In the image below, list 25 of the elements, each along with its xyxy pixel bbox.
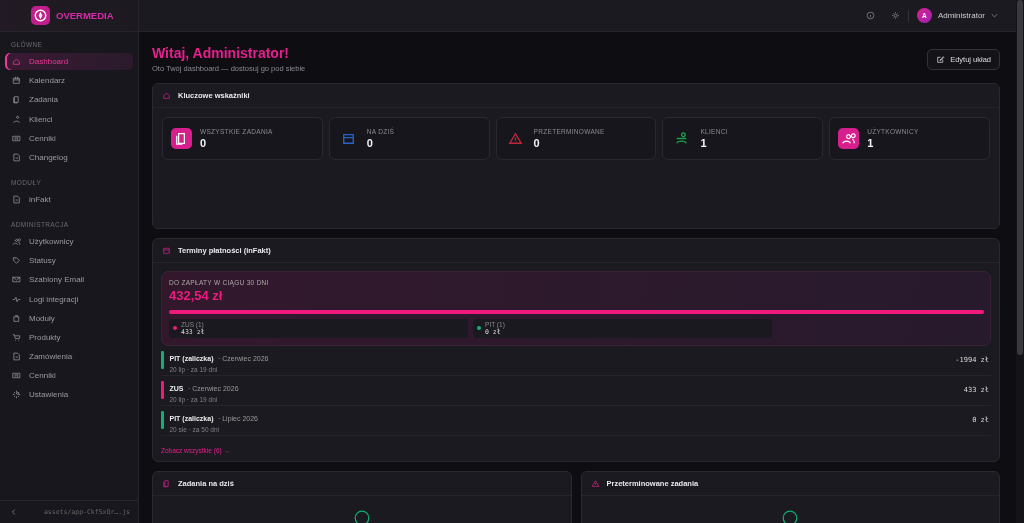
stat-value: 0 <box>200 137 208 149</box>
brand-name: OVERMEDIA <box>56 10 114 21</box>
stat-value: 0 <box>533 137 541 149</box>
sidebar-item[interactable]: Klienci <box>5 110 133 128</box>
summary-amount: 432,54 zł <box>169 288 224 303</box>
page-title: Witaj, Administrator! <box>152 45 291 61</box>
sidebar-item[interactable]: Użytkownicy <box>5 232 133 250</box>
sidebar-item[interactable]: Szablony Email <box>5 271 133 289</box>
stat-value: 1 <box>867 137 875 149</box>
sidebar-item[interactable]: Moduły <box>5 309 133 327</box>
stat-value: 1 <box>700 137 708 149</box>
sidebar-item[interactable]: Logi integracji <box>5 290 133 308</box>
sidebar-item[interactable]: Ustawienia <box>5 386 133 404</box>
sidebar-item[interactable]: Zadania <box>5 91 133 109</box>
sidebar-item[interactable]: Changelog <box>5 148 133 166</box>
sidebar-item[interactable]: Dashboard <box>5 53 133 70</box>
user-name: Administrator <box>937 11 985 20</box>
sidebar-item[interactable]: Kalendarz <box>5 72 133 90</box>
sidebar-item[interactable]: Zamówienia <box>5 348 133 366</box>
sidebar-item[interactable]: Statusy <box>5 252 133 270</box>
sidebar-item[interactable]: inFakt <box>5 190 133 208</box>
sidebar-item[interactable]: Cenniki <box>5 129 133 147</box>
sidebar-item[interactable]: Produkty <box>5 328 133 346</box>
stat-value: 0 <box>366 137 374 149</box>
sidebar-item[interactable]: Cenniki <box>5 367 133 385</box>
